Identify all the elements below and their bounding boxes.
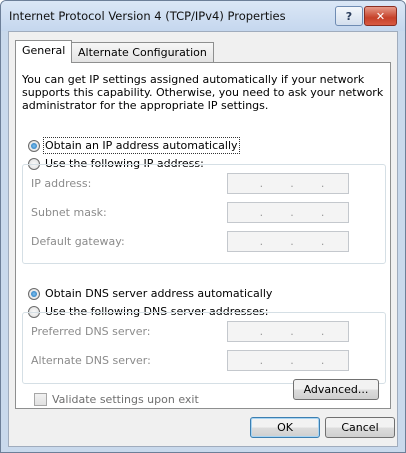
radio-label: Obtain DNS server address automatically <box>45 287 273 300</box>
tab-label: Alternate Configuration <box>78 46 207 59</box>
close-button[interactable]: ✕ <box>364 6 397 26</box>
default-gateway-label: Default gateway: <box>31 235 125 248</box>
ip-address-field[interactable]: ... <box>227 173 349 194</box>
ip-address-group: IP address: ... Subnet mask: ... Default… <box>22 164 386 264</box>
default-gateway-field[interactable]: ... <box>227 231 349 252</box>
subnet-mask-label: Subnet mask: <box>31 206 107 219</box>
ip-address-label: IP address: <box>31 177 92 190</box>
validate-label: Validate settings upon exit <box>52 393 199 406</box>
preferred-dns-field[interactable]: ... <box>227 321 349 342</box>
subnet-mask-field[interactable]: ... <box>227 202 349 223</box>
checkbox-unchecked-icon <box>34 393 47 406</box>
cancel-button[interactable]: Cancel <box>325 417 395 438</box>
preferred-dns-label: Preferred DNS server: <box>31 325 151 338</box>
radio-checked-icon <box>28 139 40 152</box>
window-title: Internet Protocol Version 4 (TCP/IPv4) P… <box>9 9 286 23</box>
help-icon: ? <box>345 9 353 23</box>
alternate-dns-row: Alternate DNS server: ... <box>31 350 349 371</box>
close-icon: ✕ <box>375 9 386 23</box>
radio-checked-icon <box>28 287 40 300</box>
ok-button[interactable]: OK <box>250 417 320 438</box>
validate-checkbox[interactable]: Validate settings upon exit <box>34 393 199 406</box>
radio-obtain-dns-auto[interactable]: Obtain DNS server address automatically <box>28 287 272 300</box>
alternate-dns-field[interactable]: ... <box>227 350 349 371</box>
radio-label: Obtain an IP address automatically <box>43 137 240 154</box>
tab-label: General <box>22 44 66 57</box>
default-gateway-row: Default gateway: ... <box>31 231 349 252</box>
help-button[interactable]: ? <box>335 6 363 26</box>
radio-obtain-ip-auto[interactable]: Obtain an IP address automatically <box>28 137 240 154</box>
advanced-button[interactable]: Advanced... <box>293 379 379 400</box>
dialog-client: General Alternate Configuration You can … <box>8 31 398 447</box>
alternate-dns-label: Alternate DNS server: <box>31 354 151 367</box>
title-bar[interactable]: Internet Protocol Version 4 (TCP/IPv4) P… <box>1 1 405 31</box>
tab-alternate-configuration[interactable]: Alternate Configuration <box>71 42 214 62</box>
preferred-dns-row: Preferred DNS server: ... <box>31 321 349 342</box>
description-text: You can get IP settings assigned automat… <box>22 73 384 112</box>
dns-server-group: Preferred DNS server: ... Alternate DNS … <box>22 312 386 384</box>
dialog-window: Internet Protocol Version 4 (TCP/IPv4) P… <box>0 0 406 453</box>
tab-general[interactable]: General <box>15 40 73 63</box>
general-panel: You can get IP settings assigned automat… <box>15 62 391 409</box>
subnet-mask-row: Subnet mask: ... <box>31 202 349 223</box>
ip-address-row: IP address: ... <box>31 173 349 194</box>
